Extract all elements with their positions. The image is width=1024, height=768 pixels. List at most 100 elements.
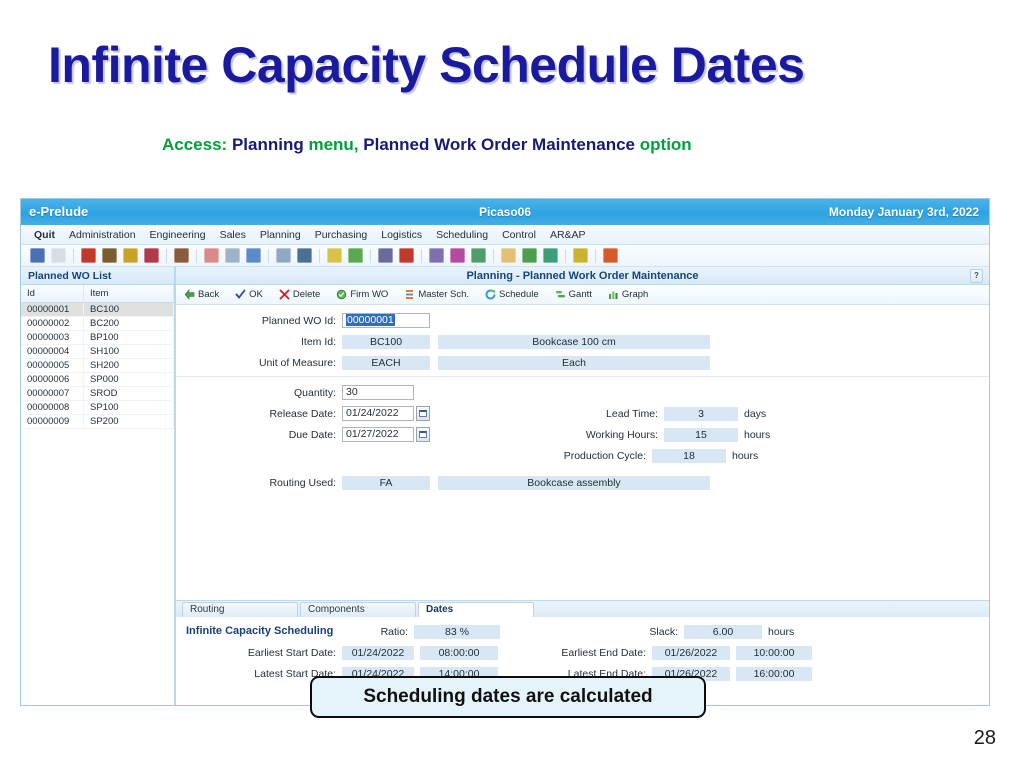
column-header-item[interactable]: Item — [83, 285, 174, 303]
app-title-bar: e-Prelude Picaso06 Monday January 3rd, 2… — [21, 199, 989, 225]
toolbar-separator — [493, 248, 494, 263]
table-row[interactable]: 00000003 BP100 — [21, 330, 174, 345]
chart-icon[interactable] — [246, 248, 261, 263]
menu-item-control[interactable]: Control — [495, 228, 543, 242]
toolbar-separator — [595, 248, 596, 263]
menu-item-quit[interactable]: Quit — [27, 228, 62, 242]
toolbar-separator — [319, 248, 320, 263]
planned-wo-id-label: Planned WO Id: — [261, 314, 336, 327]
production-cycle-unit: hours — [732, 449, 759, 462]
table-row[interactable]: 00000004 SH100 — [21, 344, 174, 359]
help-icon[interactable] — [573, 248, 588, 263]
routing-used-label: Routing Used: — [269, 476, 336, 489]
working-hours-label: Working Hours: — [585, 428, 658, 441]
orders-icon[interactable] — [378, 248, 393, 263]
folder-icon[interactable] — [123, 248, 138, 263]
gantt-icon — [555, 289, 566, 300]
products-icon[interactable] — [102, 248, 117, 263]
production-cycle-row: Production Cycle: 18 hours — [176, 446, 989, 465]
notes-icon[interactable] — [327, 248, 342, 263]
ball-icon[interactable] — [471, 248, 486, 263]
grid-icon[interactable] — [225, 248, 240, 263]
house-icon[interactable] — [501, 248, 516, 263]
menu-item-sales[interactable]: Sales — [213, 228, 253, 242]
table-row[interactable]: 00000005 SH200 — [21, 358, 174, 373]
slack-unit: hours — [768, 626, 795, 638]
column-header-id[interactable]: Id — [21, 285, 84, 303]
firm-wo-button[interactable]: Firm WO — [336, 289, 388, 300]
unit-of-measure-label: Unit of Measure: — [258, 356, 336, 369]
table-header-row: Id Item — [21, 285, 174, 303]
latest-end-time-value: 16:00:00 — [736, 667, 812, 681]
bom-icon[interactable] — [174, 248, 189, 263]
key-icon[interactable] — [543, 248, 558, 263]
schedule-icon[interactable] — [399, 248, 414, 263]
stock-icon[interactable] — [348, 248, 363, 263]
release-date-calendar-icon[interactable] — [416, 406, 430, 421]
tab-routing[interactable]: Routing — [182, 602, 298, 617]
network-icon[interactable] — [144, 248, 159, 263]
panel-title-bar: Planning - Planned Work Order Maintenanc… — [176, 267, 989, 285]
menu-item-purchasing[interactable]: Purchasing — [308, 228, 375, 242]
planned-wo-id-value: 00000001 — [346, 314, 395, 326]
cell-id: 00000008 — [21, 400, 84, 415]
back-arrow-icon — [184, 289, 195, 300]
toolbar-separator — [565, 248, 566, 263]
schedule-button[interactable]: Schedule — [485, 289, 539, 300]
menu-item-arap[interactable]: AR&AP — [543, 228, 593, 242]
access-label: Access: — [162, 135, 228, 154]
gantt-button[interactable]: Gantt — [555, 289, 592, 300]
edit-icon[interactable] — [450, 248, 465, 263]
menu-item-scheduling[interactable]: Scheduling — [429, 228, 495, 242]
earliest-end-date-value: 01/26/2022 — [652, 646, 730, 660]
calendar-icon[interactable] — [276, 248, 291, 263]
table-row[interactable]: 00000007 SROD — [21, 386, 174, 401]
clock-icon[interactable] — [297, 248, 312, 263]
people-icon[interactable] — [522, 248, 537, 263]
ok-button[interactable]: OK — [235, 289, 263, 300]
planned-wo-id-input[interactable]: 00000001 — [342, 313, 430, 328]
delete-button[interactable]: Delete — [279, 289, 320, 300]
toolbar-separator — [370, 248, 371, 263]
back-button[interactable]: Back — [184, 289, 219, 300]
table-row[interactable]: 00000006 SP000 — [21, 372, 174, 387]
quantity-input[interactable]: 30 — [342, 385, 414, 400]
save-icon[interactable] — [30, 248, 45, 263]
check-icon — [235, 289, 246, 300]
lead-time-label: Lead Time: — [606, 407, 658, 420]
table-row[interactable]: 00000002 BC200 — [21, 316, 174, 331]
tab-dates[interactable]: Dates — [418, 602, 534, 617]
planned-wo-table: Id Item 00000001 BC100 00000002 BC200 00… — [21, 285, 174, 429]
cell-item: SROD — [83, 386, 174, 401]
menu-item-logistics[interactable]: Logistics — [374, 228, 429, 242]
slide-root: Infinite Capacity Schedule Dates Access:… — [0, 0, 1024, 768]
cycle-icon[interactable] — [429, 248, 444, 263]
menu-item-administration[interactable]: Administration — [62, 228, 143, 242]
gear-icon[interactable] — [204, 248, 219, 263]
cell-id: 00000009 — [21, 414, 84, 429]
item-id-label: Item Id: — [300, 335, 336, 348]
tab-components[interactable]: Components — [300, 602, 416, 617]
menu-item-planning[interactable]: Planning — [253, 228, 308, 242]
release-date-row: Release Date: 01/24/2022 Lead Time: 3 da… — [176, 404, 989, 423]
up-arrow-icon[interactable] — [603, 248, 618, 263]
back-button-label: Back — [198, 289, 220, 300]
print-icon[interactable] — [51, 248, 66, 263]
delete-button-label: Delete — [292, 289, 321, 300]
customers-icon[interactable] — [81, 248, 96, 263]
application-window: e-Prelude Picaso06 Monday January 3rd, 2… — [20, 198, 990, 706]
earliest-start-time-value: 08:00:00 — [420, 646, 498, 660]
working-hours-unit: hours — [744, 428, 771, 441]
due-date-calendar-icon[interactable] — [416, 427, 430, 442]
graph-button[interactable]: Graph — [608, 289, 648, 300]
routing-used-value: FA — [342, 475, 430, 490]
table-row[interactable]: 00000008 SP100 — [21, 400, 174, 415]
menu-item-engineering[interactable]: Engineering — [143, 228, 213, 242]
release-date-input[interactable]: 01/24/2022 — [342, 406, 414, 421]
help-question-icon[interactable]: ? — [970, 269, 983, 283]
due-date-input[interactable]: 01/27/2022 — [342, 427, 414, 442]
table-row[interactable]: 00000009 SP200 — [21, 414, 174, 429]
table-row[interactable]: 00000001 BC100 — [21, 302, 174, 317]
master-schedule-button[interactable]: Master Sch. — [404, 289, 469, 300]
unit-of-measure-description: Each — [438, 355, 710, 370]
